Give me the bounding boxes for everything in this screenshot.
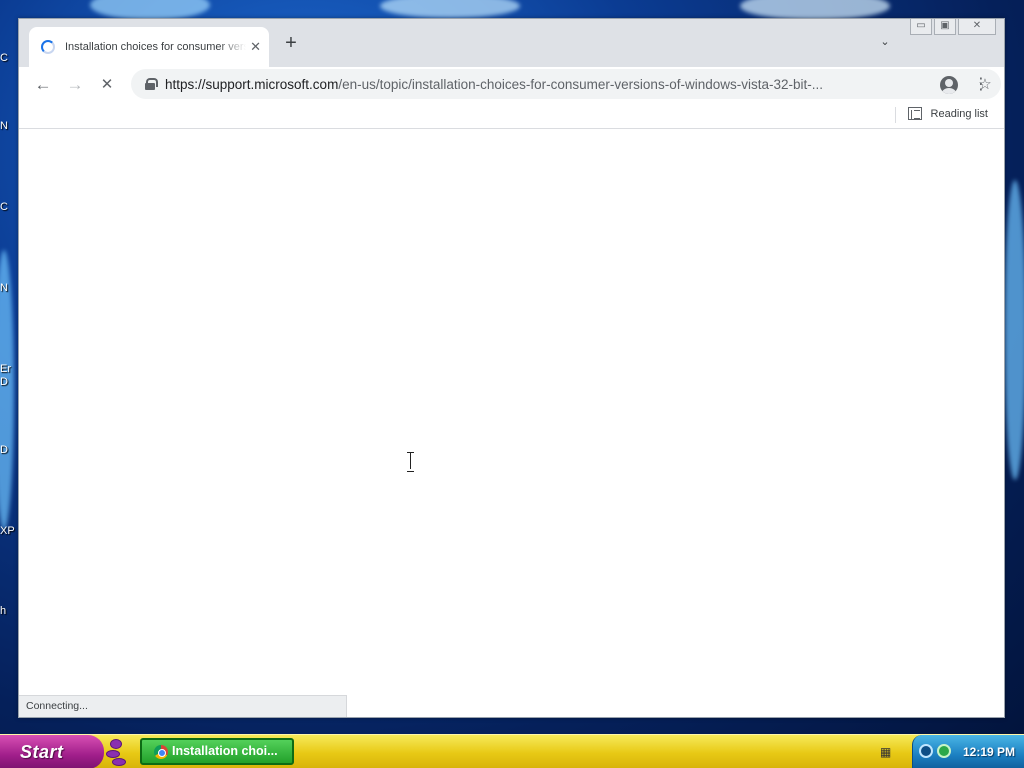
reading-list-label: Reading list <box>930 107 988 120</box>
close-window-button[interactable]: ✕ <box>958 19 996 35</box>
desktop-streak <box>740 0 890 20</box>
address-bar[interactable]: https://support.microsoft.com/en-us/topi… <box>131 69 1001 99</box>
tab-close-icon[interactable]: ✕ <box>250 39 261 55</box>
desktop-icon-label[interactable]: Er <box>0 363 18 375</box>
lock-icon[interactable] <box>145 78 158 90</box>
taskbar-item-browser[interactable]: Installation choi... <box>140 738 294 765</box>
tab-search-chevron-icon[interactable]: ⌄ <box>877 35 893 51</box>
desktop-icon-label[interactable]: C <box>0 201 18 213</box>
bookmarks-separator <box>895 107 896 123</box>
desktop-icon-label[interactable]: D <box>0 376 18 388</box>
tray-keyboard-icon[interactable]: ▦ <box>880 745 892 759</box>
bookmarks-bar: Reading list <box>19 103 1004 129</box>
reading-list-icon <box>907 107 922 120</box>
clock: 12:19 PM <box>962 745 1015 759</box>
desktop-icon-label[interactable]: D <box>0 444 18 456</box>
text-cursor-icon <box>407 452 415 472</box>
browser-toolbar: ← → ✕ https://support.microsoft.com/en-u… <box>19 67 1004 103</box>
browser-window: Installation choices for consumer versio… <box>18 18 1005 718</box>
chrome-icon <box>154 745 168 759</box>
menu-kebab-icon[interactable]: ⋮ <box>971 75 991 95</box>
tray-network-icon[interactable] <box>919 744 933 758</box>
status-bubble: Connecting... <box>19 695 347 717</box>
desktop-streak <box>380 0 520 18</box>
taskbar-item-label: Installation choi... <box>172 744 278 758</box>
tab-strip: Installation choices for consumer versio… <box>19 19 1004 67</box>
forward-arrow-icon[interactable]: → <box>65 75 85 95</box>
url-path: /en-us/topic/installation-choices-for-co… <box>338 76 823 92</box>
tray-security-icon[interactable] <box>937 744 951 758</box>
reading-list-button[interactable]: Reading list <box>907 107 988 120</box>
new-tab-button[interactable]: + <box>281 33 301 53</box>
taskbar: Start Installation choi... ▦ 12:19 PM <box>0 734 1024 768</box>
system-tray: 12:19 PM <box>912 735 1024 768</box>
url-text[interactable]: https://support.microsoft.com/en-us/topi… <box>165 77 855 92</box>
desktop-icon-label[interactable]: h <box>0 605 18 617</box>
loading-spinner-icon <box>41 40 55 54</box>
stop-loading-icon[interactable]: ✕ <box>97 75 117 95</box>
desktop-streak <box>1004 180 1024 480</box>
start-decoration-icon <box>104 737 130 767</box>
desktop-icon-label[interactable]: N <box>0 282 18 294</box>
restore-button[interactable]: ▣ <box>934 19 956 35</box>
desktop-icon-label[interactable]: XP <box>0 525 18 537</box>
url-host: https://support.microsoft.com <box>165 76 339 92</box>
desktop-icon-label[interactable]: C <box>0 52 18 64</box>
start-button[interactable]: Start <box>0 735 104 768</box>
profile-avatar-icon[interactable] <box>940 76 958 94</box>
window-controls: ▭ ▣ ✕ <box>910 19 996 35</box>
minimize-button[interactable]: ▭ <box>910 19 932 35</box>
tab-title: Installation choices for consumer versio… <box>65 41 246 53</box>
back-arrow-icon[interactable]: ← <box>33 75 53 95</box>
page-content[interactable]: Connecting... <box>19 130 1004 717</box>
desktop-icon-label[interactable]: N <box>0 120 18 132</box>
desktop-streak <box>90 0 210 20</box>
tab-installation-choices[interactable]: Installation choices for consumer versio… <box>29 27 269 67</box>
